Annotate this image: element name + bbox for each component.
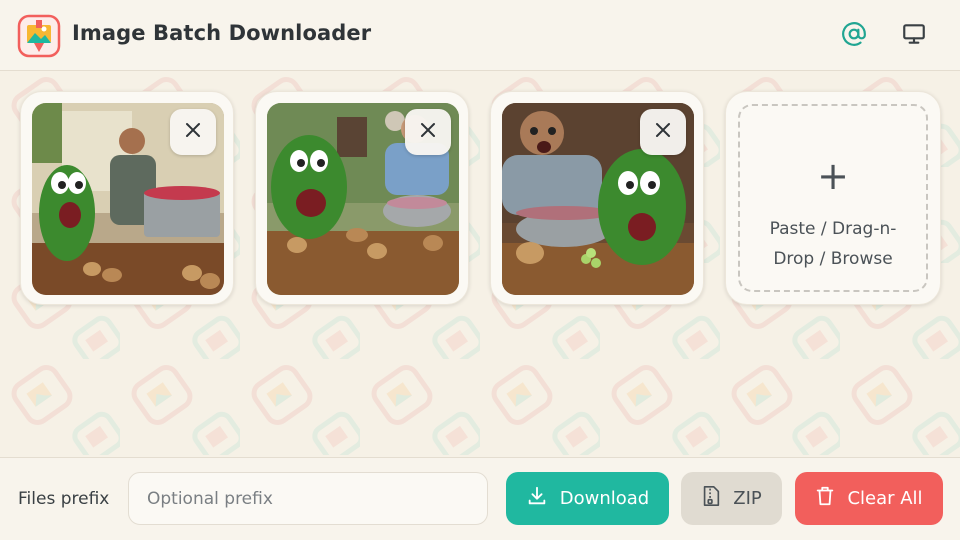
action-bar: Files prefix Download ZIP Clear All	[0, 457, 960, 540]
download-label: Download	[559, 488, 650, 509]
display-mode-button[interactable]	[898, 20, 930, 52]
zip-label: ZIP	[733, 488, 762, 509]
remove-image-button[interactable]	[405, 109, 451, 155]
download-button[interactable]: Download	[506, 472, 669, 525]
dropzone-border: + Paste / Drag-n- Drop / Browse	[738, 104, 928, 292]
image-grid-area: + Paste / Drag-n- Drop / Browse	[0, 71, 960, 457]
close-icon	[420, 122, 436, 142]
download-icon	[526, 485, 548, 512]
zip-file-icon	[701, 485, 721, 512]
image-card	[255, 91, 469, 305]
trash-icon	[815, 485, 835, 512]
files-prefix-input[interactable]	[128, 472, 488, 525]
app-logo-icon	[17, 14, 61, 58]
dropzone-label-line1: Paste / Drag-n-	[769, 219, 897, 239]
files-prefix-label: Files prefix	[18, 489, 110, 509]
clear-all-button[interactable]: Clear All	[795, 472, 943, 525]
at-sign-button[interactable]	[838, 20, 870, 52]
zip-button[interactable]: ZIP	[681, 472, 782, 525]
add-images-dropzone[interactable]: + Paste / Drag-n- Drop / Browse	[725, 91, 941, 305]
at-sign-icon	[841, 21, 867, 51]
dropzone-label: Paste / Drag-n- Drop / Browse	[750, 214, 916, 274]
dropzone-label-line2: Drop / Browse	[773, 249, 893, 269]
plus-icon: +	[817, 154, 849, 198]
remove-image-button[interactable]	[640, 109, 686, 155]
image-card	[20, 91, 234, 305]
close-icon	[185, 122, 201, 142]
clear-all-label: Clear All	[847, 488, 923, 509]
close-icon	[655, 122, 671, 142]
remove-image-button[interactable]	[170, 109, 216, 155]
app-title: Image Batch Downloader	[72, 21, 372, 45]
image-card	[490, 91, 704, 305]
app-header: Image Batch Downloader	[0, 0, 960, 71]
monitor-icon	[901, 21, 927, 51]
